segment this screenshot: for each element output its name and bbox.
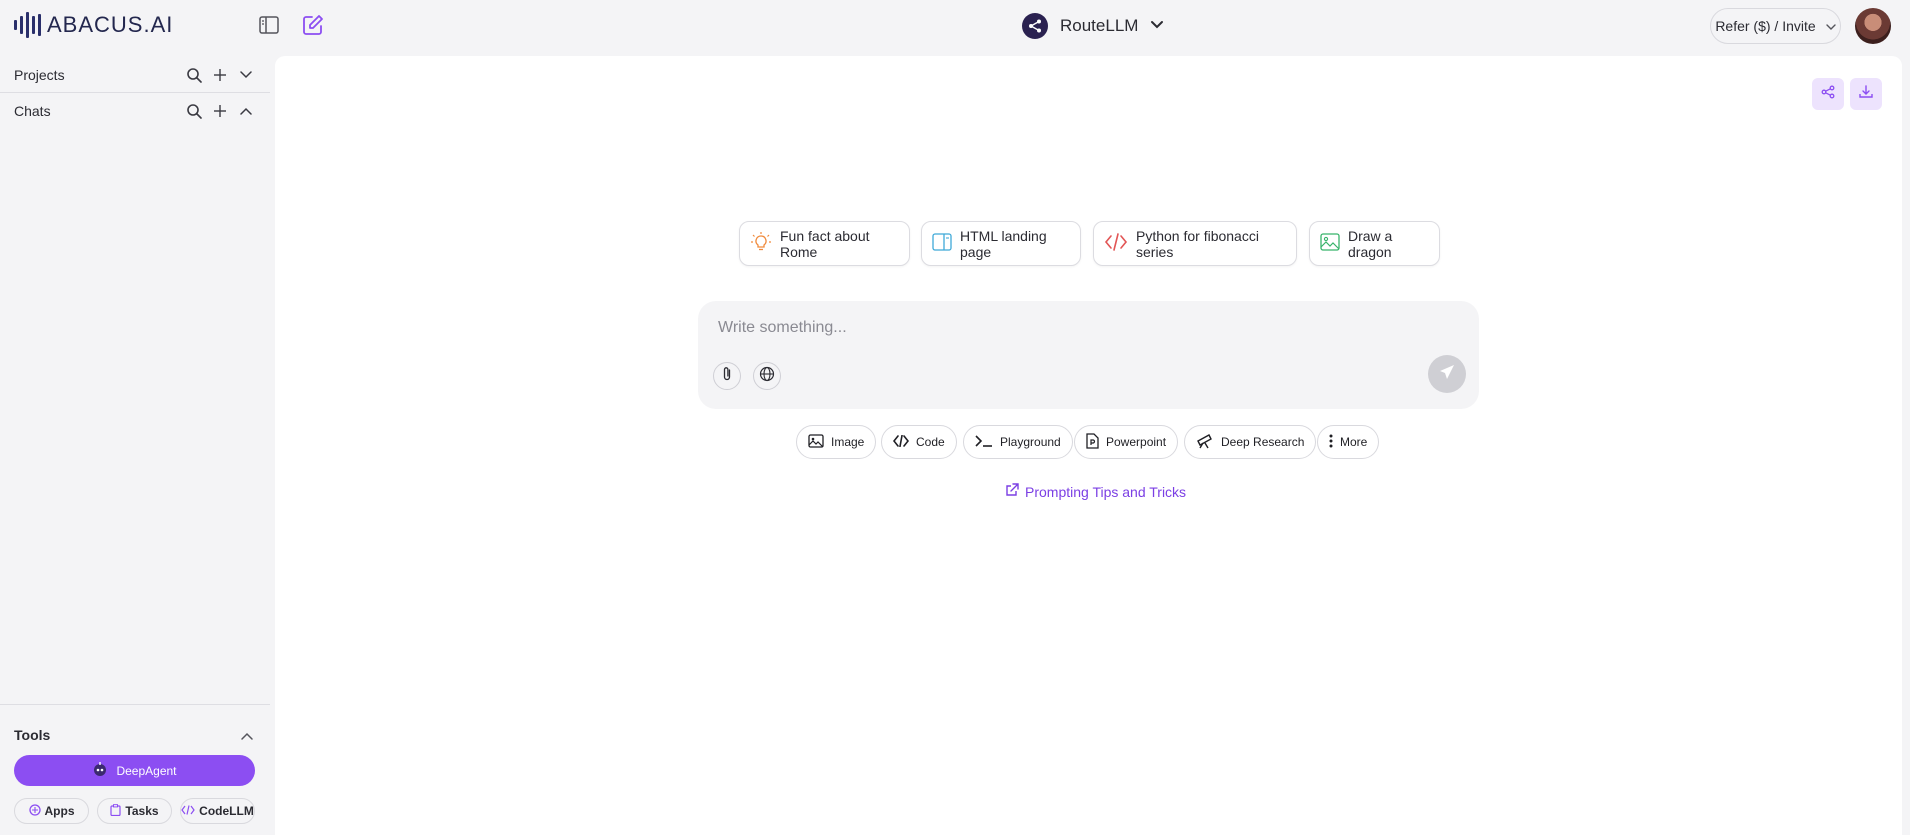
sidebar-section-chats[interactable]: Chats <box>0 93 270 129</box>
search-icon[interactable] <box>186 67 202 83</box>
web-search-button[interactable] <box>753 362 781 390</box>
apps-label: Apps <box>44 804 75 818</box>
mode-playground-button[interactable]: Playground <box>963 425 1073 459</box>
chevron-down-icon <box>1825 18 1836 34</box>
globe-icon <box>759 366 775 387</box>
model-selector[interactable]: RouteLLM <box>1022 12 1164 40</box>
apps-icon <box>28 803 41 819</box>
sidebar: Projects Chats Tools DeepAgent Apps Task… <box>0 52 270 835</box>
mode-label: Deep Research <box>1221 435 1305 449</box>
mode-label: Playground <box>1000 435 1061 449</box>
mode-label: More <box>1340 435 1368 449</box>
more-vertical-icon <box>1329 434 1333 451</box>
mode-label: Image <box>831 435 865 449</box>
image-icon <box>808 433 824 451</box>
code-icon <box>1104 233 1128 254</box>
code-icon <box>181 804 195 818</box>
suggestion-label: Python for fibonacci series <box>1136 227 1259 260</box>
logo-text: ABACUS.AI <box>47 12 174 37</box>
new-chat-icon[interactable] <box>302 14 324 36</box>
model-name: RouteLLM <box>1060 16 1139 35</box>
mode-more-button[interactable]: More <box>1317 425 1380 459</box>
prompting-tips-link[interactable]: Prompting Tips and Tricks <box>1005 483 1186 500</box>
layout-icon <box>932 233 952 254</box>
mode-label: Powerpoint <box>1106 435 1167 449</box>
mode-code-button[interactable]: Code <box>881 425 957 459</box>
user-avatar[interactable] <box>1855 8 1891 44</box>
send-button[interactable] <box>1428 355 1466 393</box>
chevron-up-icon[interactable] <box>240 728 256 744</box>
suggestion-chip[interactable]: Draw a dragon <box>1309 221 1440 266</box>
chevron-up-icon[interactable] <box>238 103 254 119</box>
lightbulb-icon <box>750 231 772 256</box>
download-button[interactable] <box>1850 78 1882 110</box>
code-icon <box>892 434 910 450</box>
share-icon <box>1821 85 1835 104</box>
message-composer <box>698 301 1479 409</box>
chats-label: Chats <box>14 103 51 119</box>
clipboard-icon <box>110 803 122 819</box>
chevron-down-icon <box>1150 17 1164 35</box>
download-icon <box>1859 84 1873 104</box>
presentation-file-icon <box>1086 432 1099 452</box>
paperclip-icon <box>721 366 733 387</box>
routellm-icon <box>1022 13 1048 39</box>
sidebar-divider <box>0 704 270 705</box>
suggestion-chip[interactable]: HTML landing page <box>921 221 1081 266</box>
codellm-label: CodeLLM <box>199 804 254 818</box>
projects-label: Projects <box>14 67 65 83</box>
external-link-icon <box>1005 483 1019 500</box>
attach-button[interactable] <box>713 362 741 390</box>
toggle-sidebar-icon[interactable] <box>258 14 280 36</box>
mode-label: Code <box>916 435 945 449</box>
share-button[interactable] <box>1812 78 1844 110</box>
refer-invite-button[interactable]: Refer ($) / Invite <box>1710 8 1841 44</box>
send-icon <box>1438 363 1456 386</box>
refer-invite-label: Refer ($) / Invite <box>1715 18 1816 34</box>
mode-powerpoint-button[interactable]: Powerpoint <box>1074 425 1179 459</box>
plus-icon[interactable] <box>212 67 228 83</box>
robot-icon <box>92 761 108 780</box>
telescope-icon <box>1196 433 1214 452</box>
mode-image-button[interactable]: Image <box>796 425 877 459</box>
mode-deep-research-button[interactable]: Deep Research <box>1184 425 1317 459</box>
abacus-logo[interactable]: ABACUS.AI <box>14 12 173 38</box>
sidebar-section-projects[interactable]: Projects <box>0 57 270 93</box>
main-panel: Fun fact about Rome HTML landing page Py… <box>275 56 1902 835</box>
logo-mark-icon <box>14 12 41 38</box>
prompting-tips-label: Prompting Tips and Tricks <box>1025 483 1187 500</box>
deepagent-label: DeepAgent <box>116 763 177 778</box>
chevron-down-icon[interactable] <box>238 67 254 83</box>
top-bar: ABACUS.AI RouteLLM Refer ($) / Invite <box>0 0 1910 52</box>
apps-button[interactable]: Apps <box>14 798 89 824</box>
suggestion-label: Fun fact about Rome <box>780 227 870 260</box>
terminal-icon <box>975 434 993 450</box>
suggestion-chip[interactable]: Python for fibonacci series <box>1093 221 1297 266</box>
search-icon[interactable] <box>186 103 202 119</box>
deepagent-button[interactable]: DeepAgent <box>14 755 255 786</box>
suggestion-label: HTML landing page <box>960 227 1047 260</box>
tasks-label: Tasks <box>125 804 159 818</box>
suggestion-chip[interactable]: Fun fact about Rome <box>739 221 910 266</box>
plus-icon[interactable] <box>212 103 228 119</box>
tools-heading: Tools <box>14 727 51 743</box>
codellm-button[interactable]: CodeLLM <box>180 798 255 824</box>
message-input[interactable] <box>718 315 1318 341</box>
tasks-button[interactable]: Tasks <box>97 798 172 824</box>
image-icon <box>1320 233 1340 254</box>
suggestion-label: Draw a dragon <box>1348 227 1393 260</box>
